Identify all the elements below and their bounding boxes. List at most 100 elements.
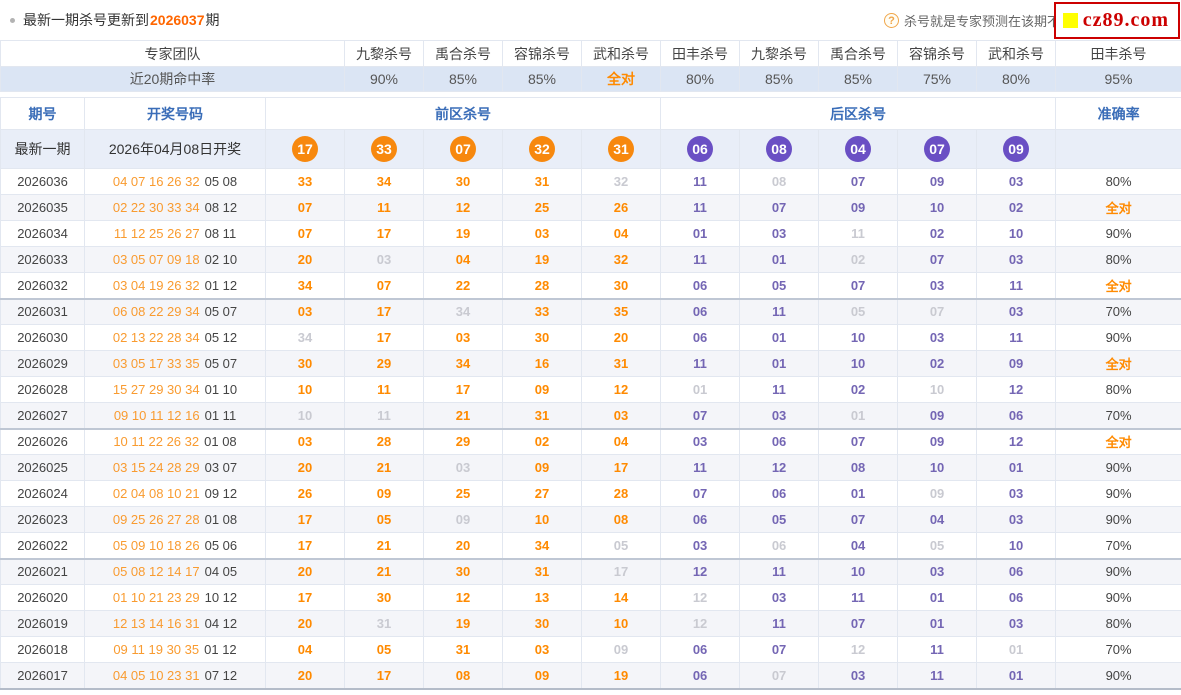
hit-rate-row: 近20期命中率 90%85%85%全对80%85%85%75%80%95% 近2… bbox=[0, 66, 1181, 92]
back-kill-cell: 03 bbox=[897, 558, 978, 585]
accuracy-cell: 90% bbox=[1055, 558, 1181, 585]
back-kill-cell: 06 bbox=[660, 662, 741, 689]
front-kill-cell: 34 bbox=[423, 350, 503, 377]
issue-cell: 2026031 bbox=[0, 298, 85, 325]
back-kill-cell: 06 bbox=[976, 402, 1057, 430]
back-kill-cell: 03 bbox=[976, 610, 1057, 637]
front-kill-cell: 07 bbox=[344, 272, 424, 300]
front-kill-cell: 19 bbox=[580, 662, 662, 689]
draw-numbers-cell: 10 11 22 26 32 01 08 bbox=[84, 428, 266, 455]
site-logo[interactable]: cz89.com bbox=[1053, 2, 1180, 39]
issue-cell: 2026026 bbox=[0, 428, 85, 455]
back-kill-cell: 09 bbox=[897, 402, 978, 430]
back-zone-header: 后区杀号 bbox=[660, 97, 1057, 130]
back-kill-cell: 01 bbox=[976, 662, 1057, 689]
front-kill-cell: 20 bbox=[265, 662, 345, 689]
front-kill-cell: 04 bbox=[580, 428, 662, 455]
back-kill-cell: 05 bbox=[818, 298, 899, 325]
table-row: 2026029 03 05 17 33 35 05 07 30 29 34 16 31 11 01… bbox=[0, 350, 1181, 377]
draw-numbers-cell: 15 27 29 30 34 01 10 bbox=[84, 376, 266, 403]
issue-cell: 2026023 bbox=[0, 506, 85, 533]
front-kill-cell: 17 bbox=[580, 558, 662, 585]
issue-cell: 2026028 bbox=[0, 376, 85, 403]
front-kill-cell: 09 bbox=[502, 662, 582, 689]
table-row: 2026031 06 08 22 29 34 05 07 03 17 34 33 35 06 11… bbox=[0, 298, 1181, 325]
back-ball: 07 bbox=[924, 136, 951, 162]
front-kill-cell: 27 bbox=[502, 480, 582, 507]
front-kill-cell: 03 bbox=[265, 298, 345, 325]
back-kill-cell: 11 bbox=[818, 220, 899, 247]
back-kill-cell: 10 bbox=[818, 350, 899, 377]
expert-column-header: 容锦杀号 bbox=[897, 40, 977, 67]
accuracy-cell: 70% bbox=[1055, 532, 1181, 560]
hit-rate-label-cell: 近20期命中率 bbox=[0, 66, 345, 92]
front-ball: 07 bbox=[450, 136, 476, 162]
back-kill-cell: 03 bbox=[739, 584, 820, 611]
back-kill-cell: 06 bbox=[739, 480, 820, 507]
update-notice-prefix: 最新一期杀号更新到 bbox=[23, 12, 149, 28]
table-row: 2026028 15 27 29 30 34 01 10 10 11 17 09 12 01 11… bbox=[0, 376, 1181, 403]
draw-numbers-cell: 11 12 25 26 27 08 11 bbox=[84, 220, 266, 247]
back-kill-cell: 03 bbox=[660, 532, 741, 560]
back-kill-cell: 10 bbox=[976, 220, 1057, 247]
latest-back-ball-cell: 07 bbox=[897, 129, 978, 169]
help-icon: ? bbox=[883, 13, 899, 28]
issue-cell: 2026025 bbox=[0, 454, 85, 481]
front-draw-numbers: 15 27 29 30 34 bbox=[112, 382, 200, 397]
back-kill-cell: 11 bbox=[897, 636, 978, 663]
back-kill-cell: 03 bbox=[976, 506, 1057, 533]
back-kill-cell: 02 bbox=[897, 350, 978, 377]
accuracy-cell: 80% bbox=[1055, 168, 1181, 195]
latest-front-ball-cell: 07 bbox=[423, 129, 503, 169]
table-row: 2026034 11 12 25 26 27 08 11 07 17 19 03 04 01 03… bbox=[0, 220, 1181, 247]
front-kill-cell: 17 bbox=[344, 298, 424, 325]
front-kill-cell: 31 bbox=[580, 350, 662, 377]
latest-back-ball-cell: 06 bbox=[660, 129, 741, 169]
back-draw-numbers: 01 08 bbox=[204, 434, 237, 450]
draw-numbers-cell: 03 05 17 33 35 05 07 bbox=[84, 350, 266, 377]
front-kill-cell: 02 bbox=[502, 428, 582, 455]
table-row: 2026020 01 10 21 23 29 10 12 17 30 12 13 14 12 03… bbox=[0, 584, 1181, 611]
back-kill-cell: 07 bbox=[897, 246, 978, 273]
back-kill-cell: 06 bbox=[660, 506, 741, 533]
front-kill-cell: 03 bbox=[423, 454, 503, 481]
front-kill-cell: 04 bbox=[580, 220, 662, 247]
accuracy-cell: 70% bbox=[1055, 636, 1181, 663]
table-row: 2026025 03 15 24 28 29 03 07 20 21 03 09 17 11 12… bbox=[0, 454, 1181, 481]
front-kill-cell: 33 bbox=[502, 298, 582, 325]
front-draw-numbers: 09 10 11 12 16 bbox=[113, 407, 200, 423]
back-kill-cell: 09 bbox=[897, 428, 978, 455]
back-kill-cell: 01 bbox=[818, 402, 899, 430]
front-kill-cell: 12 bbox=[423, 584, 503, 611]
back-kill-cell: 06 bbox=[660, 298, 741, 325]
accuracy-cell: 全对 bbox=[1055, 350, 1181, 377]
table-row: 2026027 09 10 11 12 16 01 11 10 11 21 31 03 07 03… bbox=[0, 402, 1181, 430]
front-kill-cell: 21 bbox=[344, 532, 424, 560]
accuracy-cell: 全对 bbox=[1055, 194, 1181, 221]
accuracy-cell: 70% bbox=[1055, 402, 1181, 430]
front-kill-cell: 10 bbox=[265, 402, 345, 430]
front-kill-cell: 05 bbox=[344, 506, 424, 533]
back-kill-cell: 02 bbox=[976, 194, 1057, 221]
back-kill-cell: 11 bbox=[660, 168, 741, 195]
draw-numbers-cell: 09 10 11 12 16 01 11 bbox=[84, 402, 266, 430]
front-draw-numbers: 03 15 24 28 29 bbox=[112, 460, 200, 475]
front-kill-cell: 31 bbox=[423, 636, 503, 663]
front-ball: 32 bbox=[529, 136, 555, 162]
issue-header: 期号 bbox=[0, 97, 85, 130]
front-kill-cell: 04 bbox=[423, 246, 503, 273]
back-draw-numbers: 05 08 bbox=[204, 174, 238, 189]
back-kill-cell: 06 bbox=[739, 428, 820, 455]
front-draw-numbers: 05 08 12 14 17 bbox=[112, 564, 200, 580]
front-kill-cell: 14 bbox=[580, 584, 662, 611]
front-draw-numbers: 01 10 21 23 29 bbox=[112, 590, 200, 605]
update-notice: 最新一期杀号更新到2026037期 bbox=[23, 10, 220, 30]
hit-rate-value: 75% bbox=[897, 66, 977, 92]
back-kill-cell: 11 bbox=[660, 246, 741, 273]
front-kill-cell: 29 bbox=[423, 428, 503, 455]
back-kill-cell: 06 bbox=[660, 272, 741, 300]
issue-cell: 2026035 bbox=[0, 194, 85, 221]
draw-numbers-cell: 03 15 24 28 29 03 07 bbox=[84, 454, 266, 481]
draw-numbers-cell: 04 05 10 23 31 07 12 bbox=[84, 662, 266, 689]
front-draw-numbers: 04 07 16 26 32 bbox=[112, 174, 200, 189]
